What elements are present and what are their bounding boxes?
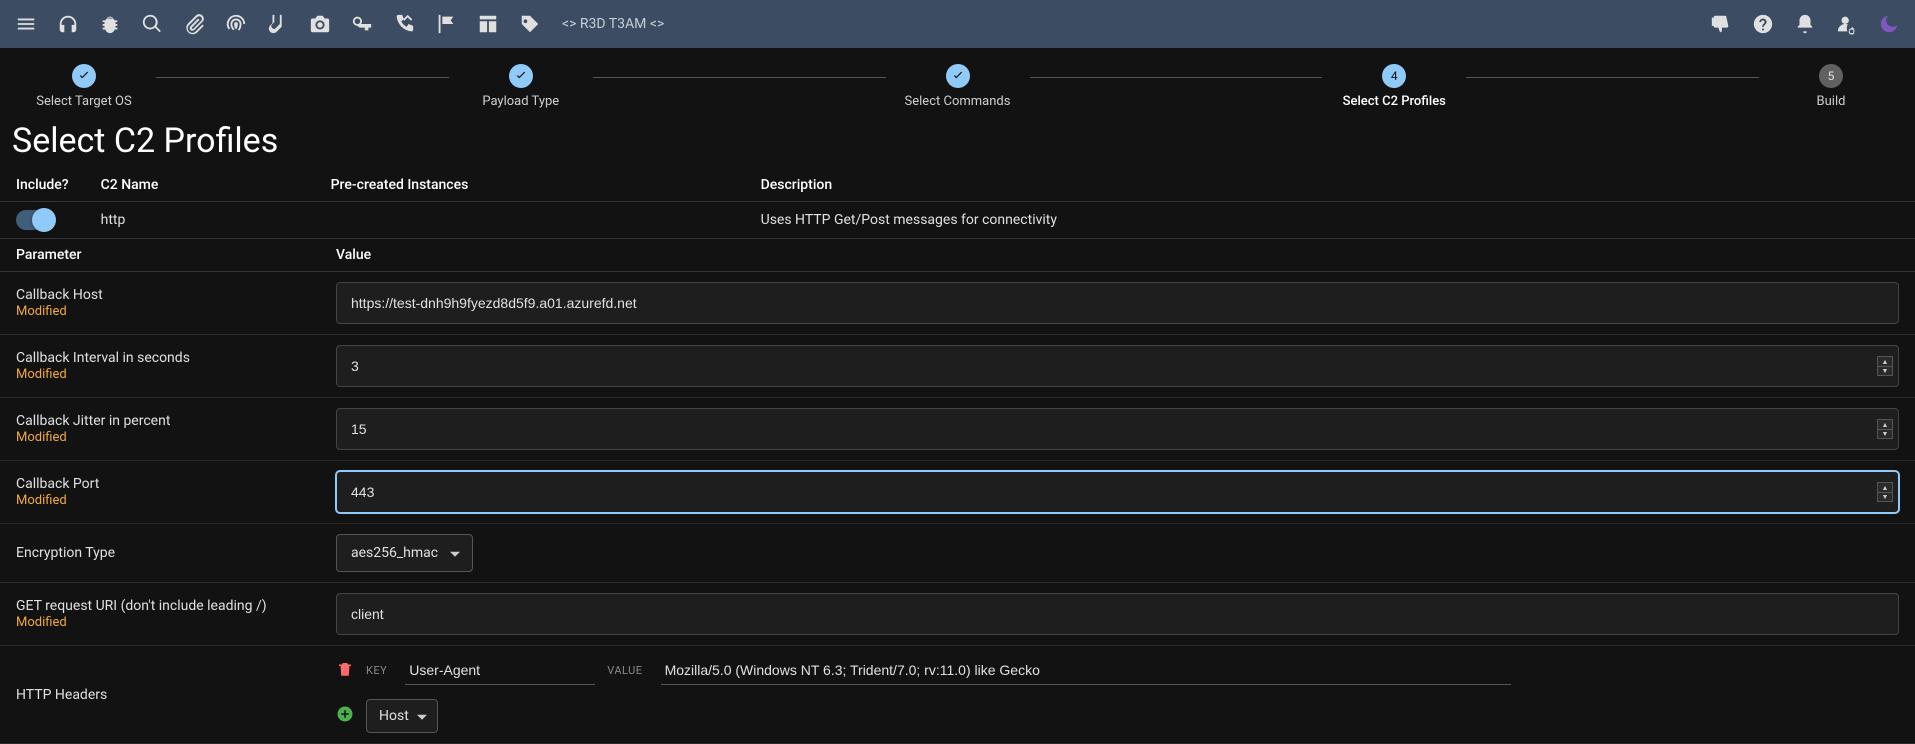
param-label: Callback Port bbox=[16, 476, 304, 492]
step-build[interactable]: 5 Build bbox=[1771, 64, 1891, 109]
c2-row-http: http Uses HTTP Get/Post messages for con… bbox=[0, 202, 1915, 239]
thumbs-down-icon[interactable] bbox=[1707, 10, 1735, 38]
modified-badge: Modified bbox=[16, 493, 67, 508]
number-spinner[interactable]: ▲▼ bbox=[1877, 482, 1893, 502]
param-label: Callback Jitter in percent bbox=[16, 413, 304, 429]
value-label: VALUE bbox=[607, 664, 642, 677]
step-connector bbox=[593, 77, 886, 78]
http-header-add-row: Host bbox=[336, 699, 1899, 733]
trash-icon[interactable] bbox=[336, 660, 354, 682]
col-c2name: C2 Name bbox=[85, 169, 315, 202]
header-value-input[interactable] bbox=[661, 656, 1511, 685]
help-icon[interactable] bbox=[1749, 10, 1777, 38]
step-target-os[interactable]: Select Target OS bbox=[24, 64, 144, 109]
encryption-type-select[interactable]: aes256_hmac bbox=[336, 534, 473, 572]
socks-icon[interactable] bbox=[264, 10, 292, 38]
param-row-callback-port: Callback Port Modified ▲▼ bbox=[0, 461, 1915, 524]
c2-name: http bbox=[85, 202, 315, 239]
step-connector bbox=[156, 77, 449, 78]
attach-icon[interactable] bbox=[180, 10, 208, 38]
param-label: Callback Host bbox=[16, 287, 304, 303]
param-label: Encryption Type bbox=[16, 545, 304, 561]
fingerprint-icon[interactable] bbox=[222, 10, 250, 38]
bug-icon[interactable] bbox=[96, 10, 124, 38]
callback-port-input[interactable] bbox=[336, 471, 1899, 513]
callback-host-input[interactable] bbox=[336, 282, 1899, 324]
include-toggle[interactable] bbox=[16, 210, 52, 230]
key-label: KEY bbox=[366, 664, 387, 677]
callback-interval-input[interactable] bbox=[336, 345, 1899, 387]
callback-jitter-input[interactable] bbox=[336, 408, 1899, 450]
param-row-callback-interval: Callback Interval in seconds Modified ▲▼ bbox=[0, 335, 1915, 398]
step-commands[interactable]: Select Commands bbox=[898, 64, 1018, 109]
number-spinner[interactable]: ▲▼ bbox=[1877, 419, 1893, 439]
add-icon[interactable] bbox=[336, 705, 354, 727]
new-header-key-select[interactable]: Host bbox=[366, 699, 438, 733]
number-spinner[interactable]: ▲▼ bbox=[1877, 356, 1893, 376]
moon-icon[interactable] bbox=[1875, 10, 1903, 38]
param-row-encryption-type: Encryption Type aes256_hmac bbox=[0, 524, 1915, 583]
step-connector bbox=[1466, 77, 1759, 78]
search-icon[interactable] bbox=[138, 10, 166, 38]
param-row-get-uri: GET request URI (don't include leading /… bbox=[0, 583, 1915, 646]
headphones-icon[interactable] bbox=[54, 10, 82, 38]
param-row-http-headers: HTTP Headers KEY VALUE Host bbox=[0, 646, 1915, 744]
tag-icon[interactable] bbox=[516, 10, 544, 38]
key-icon[interactable] bbox=[348, 10, 376, 38]
parameters-table: Parameter Value Callback Host Modified C… bbox=[0, 239, 1915, 744]
c2-instances bbox=[315, 202, 745, 239]
phone-missed-icon[interactable] bbox=[390, 10, 418, 38]
user-cog-icon[interactable] bbox=[1833, 10, 1861, 38]
page-title: Select C2 Profiles bbox=[0, 117, 1915, 169]
modified-badge: Modified bbox=[16, 304, 67, 319]
layout-icon[interactable] bbox=[474, 10, 502, 38]
stepper: Select Target OS Payload Type Select Com… bbox=[0, 48, 1915, 117]
menu-icon[interactable] bbox=[12, 10, 40, 38]
step-payload-type[interactable]: Payload Type bbox=[461, 64, 581, 109]
flag-icon[interactable] bbox=[432, 10, 460, 38]
col-instances: Pre-created Instances bbox=[315, 169, 745, 202]
step-c2-profiles[interactable]: 4 Select C2 Profiles bbox=[1334, 64, 1454, 109]
c2-description: Uses HTTP Get/Post messages for connecti… bbox=[745, 202, 1915, 239]
modified-badge: Modified bbox=[16, 367, 67, 382]
col-parameter: Parameter bbox=[0, 239, 320, 272]
param-label: GET request URI (don't include leading /… bbox=[16, 598, 304, 614]
param-row-callback-jitter: Callback Jitter in percent Modified ▲▼ bbox=[0, 398, 1915, 461]
step-connector bbox=[1030, 77, 1323, 78]
c2-profiles-table: Include? C2 Name Pre-created Instances D… bbox=[0, 169, 1915, 239]
http-header-row: KEY VALUE bbox=[336, 656, 1899, 685]
param-label: HTTP Headers bbox=[16, 687, 304, 703]
col-value: Value bbox=[320, 239, 1915, 272]
modified-badge: Modified bbox=[16, 430, 67, 445]
team-label: <> R3D T3AM <> bbox=[562, 16, 664, 32]
camera-icon[interactable] bbox=[306, 10, 334, 38]
col-include: Include? bbox=[0, 169, 85, 202]
bell-icon[interactable] bbox=[1791, 10, 1819, 38]
topbar: <> R3D T3AM <> bbox=[0, 0, 1915, 48]
get-uri-input[interactable] bbox=[336, 593, 1899, 635]
param-row-callback-host: Callback Host Modified bbox=[0, 272, 1915, 335]
param-label: Callback Interval in seconds bbox=[16, 350, 304, 366]
col-description: Description bbox=[745, 169, 1915, 202]
modified-badge: Modified bbox=[16, 615, 67, 630]
header-key-input[interactable] bbox=[405, 656, 595, 685]
